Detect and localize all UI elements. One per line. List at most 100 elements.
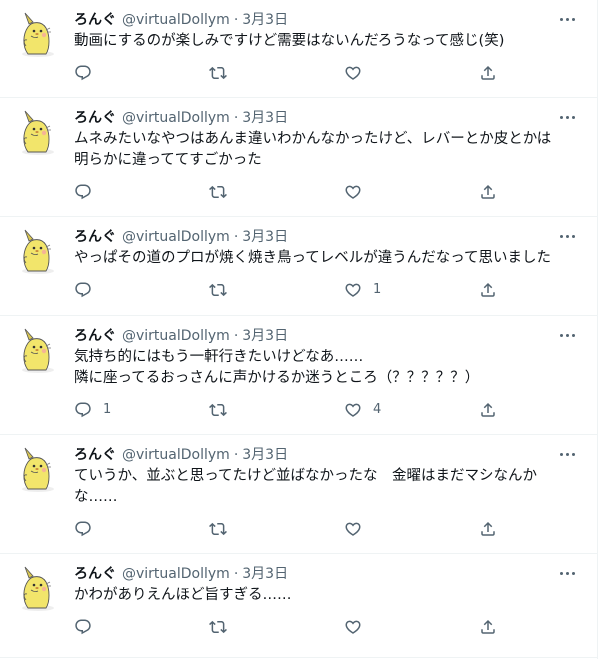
tweet-text: 動画にするのが楽しみですけど需要はないんだろうなって感じ(笑) — [74, 33, 505, 49]
handle[interactable]: @virtualDollym — [122, 326, 230, 346]
handle[interactable]: @virtualDollym — [122, 445, 230, 465]
more-button[interactable] — [555, 12, 579, 26]
retweet-icon — [209, 522, 227, 536]
share-icon — [481, 402, 495, 417]
handle[interactable]: @virtualDollym — [122, 227, 230, 247]
tweet-text: やっぱその道のプロが焼く焼き鳥ってレベルが違うんだなって思いました — [74, 250, 552, 266]
action-bar — [74, 615, 563, 639]
tweet-body: ろんぐ @virtualDollym · 3月3日 ムネみたいなやつはあんま違い… — [74, 108, 581, 204]
tweet[interactable]: ろんぐ @virtualDollym · 3月3日 ムネみたいなやつはあんま違い… — [0, 98, 597, 217]
more-button[interactable] — [555, 566, 579, 580]
tweet-text: かわがありえんほど旨すぎる…… — [74, 587, 292, 603]
share-button[interactable] — [479, 618, 497, 636]
share-icon — [481, 619, 495, 634]
like-button[interactable]: 4 — [344, 401, 479, 419]
retweet-icon — [209, 66, 227, 80]
like-count: 1 — [373, 282, 382, 297]
like-button[interactable] — [344, 64, 479, 82]
heart-icon — [345, 185, 361, 199]
reply-button[interactable] — [74, 64, 209, 82]
like-button[interactable] — [344, 618, 479, 636]
action-bar — [74, 517, 563, 541]
avatar[interactable] — [14, 564, 62, 612]
share-button[interactable] — [479, 401, 497, 419]
avatar[interactable] — [14, 10, 62, 58]
tweet[interactable]: ろんぐ @virtualDollym · 3月3日 ていうか、並ぶと思ってたけど… — [0, 435, 597, 554]
tweet-text: ていうか、並ぶと思ってたけど並ばなかったな 金曜はまだマシなんかな…… — [74, 468, 537, 505]
reply-icon — [75, 282, 91, 298]
display-name[interactable]: ろんぐ — [74, 10, 116, 30]
heart-icon — [345, 66, 361, 80]
display-name[interactable]: ろんぐ — [74, 564, 116, 584]
tweet-header: ろんぐ @virtualDollym · 3月3日 — [74, 108, 563, 128]
share-button[interactable] — [479, 520, 497, 538]
reply-icon — [75, 521, 91, 537]
reply-icon — [75, 184, 91, 200]
reply-button[interactable] — [74, 183, 209, 201]
avatar[interactable] — [14, 326, 62, 374]
action-bar — [74, 180, 563, 204]
timestamp[interactable]: 3月3日 — [242, 108, 288, 128]
reply-icon — [75, 65, 91, 81]
action-bar: 1 4 — [74, 398, 563, 422]
tweet-body: ろんぐ @virtualDollym · 3月3日 かわがありえんほど旨すぎる…… — [74, 564, 581, 639]
retweet-button[interactable] — [209, 183, 344, 201]
tweet[interactable]: ろんぐ @virtualDollym · 3月3日 かわがありえんほど旨すぎる…… — [0, 554, 597, 658]
handle[interactable]: @virtualDollym — [122, 10, 230, 30]
tweet-body: ろんぐ @virtualDollym · 3月3日 動画にするのが楽しみですけど… — [74, 10, 581, 85]
tweet[interactable]: ろんぐ @virtualDollym · 3月3日 動画にするのが楽しみですけど… — [0, 0, 597, 98]
share-button[interactable] — [479, 281, 497, 299]
separator: · — [233, 229, 239, 245]
timestamp[interactable]: 3月3日 — [242, 326, 288, 346]
avatar[interactable] — [14, 227, 62, 275]
display-name[interactable]: ろんぐ — [74, 445, 116, 465]
heart-icon — [345, 620, 361, 634]
separator: · — [233, 110, 239, 126]
heart-icon — [345, 403, 361, 417]
tweet-header: ろんぐ @virtualDollym · 3月3日 — [74, 445, 563, 465]
share-icon — [481, 65, 495, 80]
share-icon — [481, 282, 495, 297]
retweet-icon — [209, 403, 227, 417]
action-bar — [74, 61, 563, 85]
like-button[interactable]: 1 — [344, 281, 479, 299]
reply-count: 1 — [103, 402, 112, 417]
timestamp[interactable]: 3月3日 — [242, 227, 288, 247]
reply-button[interactable] — [74, 520, 209, 538]
reply-button[interactable] — [74, 281, 209, 299]
avatar[interactable] — [14, 108, 62, 156]
like-count: 4 — [373, 402, 382, 417]
tweet-header: ろんぐ @virtualDollym · 3月3日 — [74, 564, 563, 584]
more-button[interactable] — [555, 110, 579, 124]
retweet-button[interactable] — [209, 401, 344, 419]
separator: · — [233, 566, 239, 582]
retweet-button[interactable] — [209, 618, 344, 636]
timestamp[interactable]: 3月3日 — [242, 10, 288, 30]
reply-button[interactable]: 1 — [74, 401, 209, 419]
more-button[interactable] — [555, 328, 579, 342]
tweet[interactable]: ろんぐ @virtualDollym · 3月3日 やっぱその道のプロが焼く焼き… — [0, 217, 597, 316]
retweet-button[interactable] — [209, 281, 344, 299]
share-button[interactable] — [479, 183, 497, 201]
retweet-icon — [209, 620, 227, 634]
like-button[interactable] — [344, 520, 479, 538]
display-name[interactable]: ろんぐ — [74, 108, 116, 128]
avatar[interactable] — [14, 445, 62, 493]
retweet-button[interactable] — [209, 64, 344, 82]
tweet[interactable]: ろんぐ @virtualDollym · 3月3日 気持ち的にはもう一軒行きたい… — [0, 316, 597, 435]
timestamp[interactable]: 3月3日 — [242, 445, 288, 465]
more-button[interactable] — [555, 229, 579, 243]
like-button[interactable] — [344, 183, 479, 201]
retweet-button[interactable] — [209, 520, 344, 538]
display-name[interactable]: ろんぐ — [74, 326, 116, 346]
more-button[interactable] — [555, 447, 579, 461]
reply-button[interactable] — [74, 618, 209, 636]
handle[interactable]: @virtualDollym — [122, 564, 230, 584]
handle[interactable]: @virtualDollym — [122, 108, 230, 128]
share-button[interactable] — [479, 64, 497, 82]
tweet-header: ろんぐ @virtualDollym · 3月3日 — [74, 227, 563, 247]
separator: · — [233, 447, 239, 463]
tweet-body: ろんぐ @virtualDollym · 3月3日 やっぱその道のプロが焼く焼き… — [74, 227, 581, 302]
display-name[interactable]: ろんぐ — [74, 227, 116, 247]
timestamp[interactable]: 3月3日 — [242, 564, 288, 584]
